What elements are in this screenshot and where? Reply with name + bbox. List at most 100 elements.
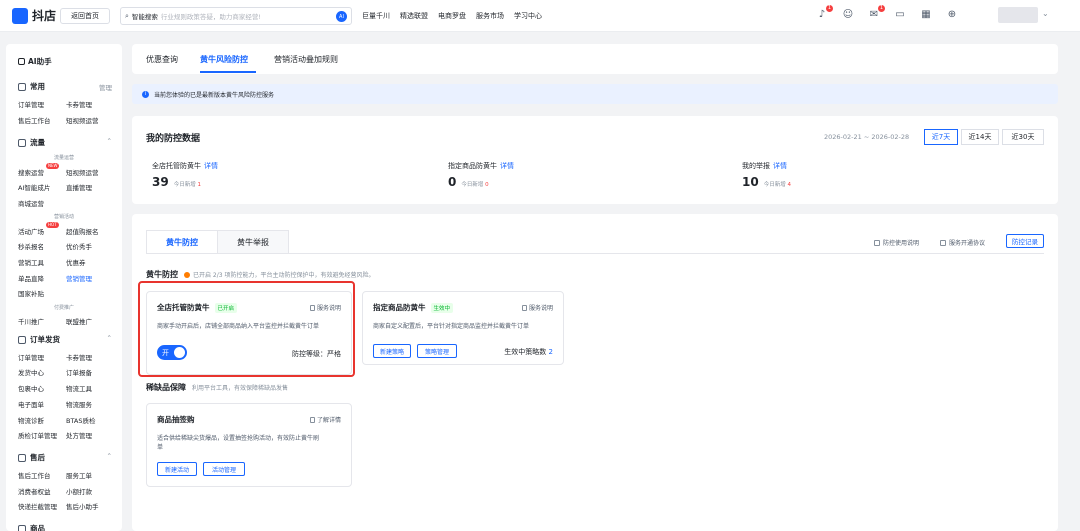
section-order[interactable]: 订单发货: [18, 334, 60, 345]
chevron-up-icon[interactable]: ⌃: [107, 452, 112, 460]
sidebar-item[interactable]: 搜索运营: [18, 167, 44, 177]
sidebar-item[interactable]: 短视频运营: [66, 115, 99, 125]
manage-link[interactable]: 管理: [99, 82, 112, 92]
sidebar-item[interactable]: 国家补贴: [18, 288, 44, 298]
sidebar-item[interactable]: 售后工作台: [18, 115, 51, 125]
chevron-up-icon[interactable]: ⌃: [107, 334, 112, 342]
grid-icon[interactable]: ▦: [920, 9, 932, 21]
sidebar-item[interactable]: 物流服务: [66, 399, 92, 409]
home-button[interactable]: 返回首页: [60, 8, 110, 24]
strategy-manage-button[interactable]: 策略管理: [417, 344, 457, 358]
tab-scalper-prevention[interactable]: 黄牛防控: [146, 230, 218, 254]
stat-detail-link[interactable]: 详情: [204, 162, 218, 170]
activity-manage-button[interactable]: 活动管理: [203, 462, 245, 476]
chevron-down-icon[interactable]: ⌄: [1042, 9, 1049, 18]
sidebar-subheading: 流量运营: [53, 155, 74, 161]
sidebar-item[interactable]: 小额打款: [66, 486, 92, 496]
ai-assistant[interactable]: AI助手: [18, 56, 52, 67]
new-strategy-button[interactable]: 新建策略: [373, 344, 411, 358]
range-7-days[interactable]: 近7天: [924, 129, 958, 145]
stat-detail-link[interactable]: 详情: [773, 162, 787, 170]
date-range[interactable]: 2026-02-21 ~ 2026-02-28: [824, 133, 909, 141]
top-nav-item[interactable]: 学习中心: [514, 11, 542, 21]
active-strategy-count: 生效中策略数 2: [504, 347, 553, 357]
bell-icon[interactable]: ♪ 1: [816, 5, 833, 21]
top-nav-item[interactable]: 精选联盟: [400, 11, 428, 21]
sidebar-item[interactable]: 卡券管理: [66, 352, 92, 362]
top-icons: ♪ 1 ☺ ✉ 1 ▭ ▦ ⊕: [816, 5, 958, 21]
stat-detail-link[interactable]: 详情: [500, 162, 514, 170]
new-activity-button[interactable]: 新建活动: [157, 462, 197, 476]
section-traffic[interactable]: 流量: [18, 137, 45, 148]
stat-sub-label: 今日新增: [461, 182, 484, 188]
tab-coupon-query[interactable]: 优惠查询: [146, 54, 178, 65]
sidebar-item[interactable]: 售后小助手: [66, 501, 99, 511]
sidebar-item[interactable]: 营销工具: [18, 257, 44, 267]
message-badge: 1: [877, 5, 885, 12]
sidebar-item[interactable]: 短视频运营: [66, 167, 99, 177]
section-after-sale[interactable]: 售后: [18, 452, 45, 463]
ai-icon: [18, 58, 25, 65]
sidebar-item[interactable]: 秒杀报名: [18, 241, 44, 251]
sidebar-item[interactable]: 订单报备: [66, 367, 92, 377]
sidebar-item[interactable]: 千川推广: [18, 316, 44, 326]
sidebar-item[interactable]: 电子面单: [18, 399, 44, 409]
sidebar-item[interactable]: 快递拦截管理: [18, 501, 57, 511]
section-common[interactable]: 常用: [18, 81, 45, 92]
sidebar-item[interactable]: BTAS质检: [66, 415, 96, 425]
sidebar-subheading: 付费推广: [53, 305, 74, 311]
sidebar-item-active[interactable]: 营销管理: [66, 273, 92, 283]
sidebar-item[interactable]: 消费者权益: [18, 486, 51, 496]
top-nav-item[interactable]: 电商罗盘: [438, 11, 466, 21]
data-panel: 我的防控数据 2026-02-21 ~ 2026-02-28 近7天 近14天 …: [132, 116, 1058, 204]
sidebar-item[interactable]: 商城运营: [18, 198, 44, 208]
top-nav-item[interactable]: 巨量千川: [362, 11, 390, 21]
sidebar-item[interactable]: 包裹中心: [18, 383, 44, 393]
top-nav-item[interactable]: 服务市场: [476, 11, 504, 21]
card-lottery-purchase: 商品抽签购 了解详情 适合供给稀缺尖货爆品，设置抽签抢购活动，有效防止黄牛刷单 …: [146, 403, 352, 487]
sidebar-item[interactable]: 服务工单: [66, 470, 92, 480]
sidebar-item[interactable]: 单品直降: [18, 273, 44, 283]
logo-text: 抖店: [32, 9, 57, 23]
sidebar-item[interactable]: 处方管理: [66, 430, 92, 440]
tab-stacking-rules[interactable]: 营销活动叠加规则: [274, 54, 338, 65]
tab-underline: [200, 71, 256, 73]
sidebar-item[interactable]: 售后工作台: [18, 470, 51, 480]
chevron-up-icon[interactable]: ⌃: [107, 137, 112, 145]
user-icon[interactable]: ☺: [842, 9, 854, 21]
sidebar-item[interactable]: 订单管理: [18, 99, 44, 109]
sidebar-item[interactable]: 超值购报名: [66, 226, 99, 236]
monitor-icon[interactable]: ▭: [894, 9, 906, 21]
sidebar-item[interactable]: 直播管理: [66, 182, 92, 192]
link-label: 防控使用说明: [883, 240, 920, 247]
sidebar-item[interactable]: 订单管理: [18, 352, 44, 362]
message-icon[interactable]: ✉ 1: [868, 5, 885, 21]
tab-scalper-control[interactable]: 黄牛风险防控: [200, 54, 248, 65]
service-agreement-link[interactable]: 服务开通协议: [940, 238, 985, 247]
tab-scalper-report[interactable]: 黄牛举报: [217, 230, 289, 254]
sidebar-item[interactable]: 卡券管理: [66, 99, 92, 109]
sidebar-item[interactable]: AI智能成片: [18, 182, 50, 192]
sidebar-item[interactable]: 发货中心: [18, 367, 44, 377]
sidebar-item[interactable]: 优价秀手: [66, 241, 92, 251]
avatar[interactable]: [998, 7, 1038, 23]
sidebar-item[interactable]: 物流诊断: [18, 415, 44, 425]
service-info-link[interactable]: 服务说明: [521, 303, 553, 312]
section-goods[interactable]: 商品: [18, 523, 45, 531]
search-input[interactable]: ⌕ 智能搜索 行业规则政策答疑，助力商家经营! AI: [120, 7, 352, 25]
sidebar-item[interactable]: 质检订单管理: [18, 430, 57, 440]
learn-more-link[interactable]: 了解详情: [309, 415, 341, 424]
logo[interactable]: 抖店: [12, 7, 56, 24]
control-record-button[interactable]: 防控记录: [1006, 234, 1044, 248]
tab-divider: [146, 253, 1044, 254]
ai-search-button[interactable]: AI: [336, 11, 347, 22]
range-14-days[interactable]: 近14天: [961, 129, 999, 145]
usage-guide-link[interactable]: 防控使用说明: [874, 238, 919, 247]
sidebar-item[interactable]: 联盟推广: [66, 316, 92, 326]
add-icon[interactable]: ⊕: [946, 9, 958, 21]
sidebar-item[interactable]: 活动广场: [18, 226, 44, 236]
sidebar-item[interactable]: 优惠券: [66, 257, 86, 267]
sidebar-item[interactable]: 物流工具: [66, 383, 92, 393]
logo-icon: [12, 7, 28, 24]
range-30-days[interactable]: 近30天: [1002, 129, 1044, 145]
